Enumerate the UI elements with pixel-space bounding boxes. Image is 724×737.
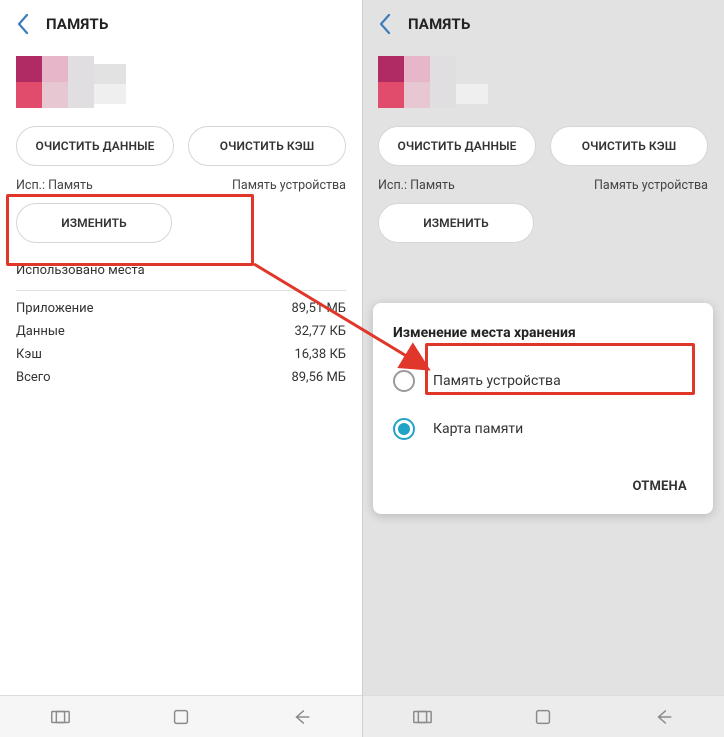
storage-meta: Исп.: Память Память устройства [378, 178, 708, 193]
location-label: Память устройства [232, 178, 346, 193]
row-total: Всего 89,56 МБ [16, 366, 346, 389]
app-icon [378, 56, 488, 108]
used-label: Исп.: Память [378, 178, 455, 193]
screen-memory-right: ПАМЯТЬ ОЧИСТИТЬ ДАННЫЕ ОЧИСТИТЬ КЭШ Исп.… [362, 0, 724, 737]
nav-back-icon[interactable] [634, 702, 694, 732]
clear-cache-button[interactable]: ОЧИСТИТЬ КЭШ [550, 126, 708, 166]
nav-recent-icon[interactable] [30, 702, 90, 732]
change-location-dialog: Изменение места хранения Память устройст… [373, 303, 713, 514]
dialog-title: Изменение места хранения [393, 325, 693, 341]
nav-home-icon[interactable] [513, 702, 573, 732]
app-icon [16, 56, 126, 108]
location-label: Память устройства [594, 178, 708, 193]
header: ПАМЯТЬ [362, 0, 724, 48]
change-button[interactable]: ИЗМЕНИТЬ [378, 203, 534, 243]
screen-memory-left: ПАМЯТЬ ОЧИСТИТЬ ДАННЫЕ ОЧИСТИТЬ КЭШ Исп.… [0, 0, 362, 737]
clear-cache-button[interactable]: ОЧИСТИТЬ КЭШ [188, 126, 346, 166]
section-used-space: Использовано места [16, 263, 346, 278]
back-icon[interactable] [6, 7, 40, 41]
clear-data-button[interactable]: ОЧИСТИТЬ ДАННЫЕ [16, 126, 174, 166]
used-label: Исп.: Память [16, 178, 93, 193]
radio-sdcard[interactable]: Карта памяти [393, 405, 693, 453]
body-right: ОЧИСТИТЬ ДАННЫЕ ОЧИСТИТЬ КЭШ Исп.: Памят… [362, 48, 724, 737]
radio-icon [393, 418, 415, 440]
page-title: ПАМЯТЬ [408, 15, 471, 33]
page-title: ПАМЯТЬ [46, 15, 109, 33]
row-app: Приложение 89,51 МБ [16, 297, 346, 320]
clear-data-button[interactable]: ОЧИСТИТЬ ДАННЫЕ [378, 126, 536, 166]
radio-label: Память устройства [433, 373, 561, 389]
divider [16, 290, 346, 291]
radio-device-storage[interactable]: Память устройства [393, 357, 693, 405]
change-button[interactable]: ИЗМЕНИТЬ [16, 203, 172, 243]
nav-recent-icon[interactable] [392, 702, 452, 732]
radio-icon [393, 370, 415, 392]
back-icon[interactable] [368, 7, 402, 41]
nav-home-icon[interactable] [151, 702, 211, 732]
row-data: Данные 32,77 КБ [16, 320, 346, 343]
body-left: ОЧИСТИТЬ ДАННЫЕ ОЧИСТИТЬ КЭШ Исп.: Памят… [0, 48, 362, 737]
storage-meta: Исп.: Память Память устройства [16, 178, 346, 193]
nav-back-icon[interactable] [272, 702, 332, 732]
radio-label: Карта памяти [433, 421, 523, 437]
cancel-button[interactable]: ОТМЕНА [626, 469, 693, 504]
nav-bar [362, 695, 724, 737]
row-cache: Кэш 16,38 КБ [16, 343, 346, 366]
header: ПАМЯТЬ [0, 0, 362, 48]
nav-bar [0, 695, 362, 737]
